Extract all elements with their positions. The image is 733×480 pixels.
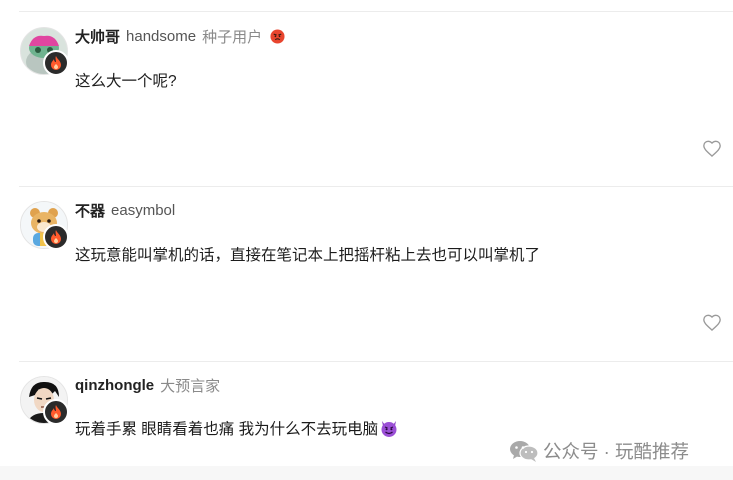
- comment-text: 这玩意能叫掌机的话，直接在笔记本上把摇杆粘上去也可以叫掌机了: [75, 243, 540, 265]
- watermark-text: 公众号 · 玩酷推荐: [543, 441, 689, 462]
- user-level: 种子用户: [202, 28, 263, 46]
- comment-item: 不器 easymbol 这玩意能叫掌机的话，直接在笔记本上把摇杆粘上去也可以叫掌…: [19, 200, 733, 350]
- comment-text-content: 这玩意能叫掌机的话，直接在笔记本上把摇杆粘上去也可以叫掌机了: [75, 247, 541, 264]
- avatar[interactable]: [19, 26, 71, 78]
- username[interactable]: qinzhongle: [75, 377, 154, 394]
- comment-text-content: 这么大一个呢?: [75, 73, 177, 90]
- bottom-edge: [0, 466, 733, 480]
- comment-divider: [19, 361, 733, 362]
- comment-meta: 不器 easymbol: [75, 200, 175, 220]
- wechat-icon: [510, 441, 539, 462]
- user-level: 大预言家: [160, 377, 221, 395]
- flame-icon: [51, 405, 61, 419]
- top-divider: [19, 11, 733, 12]
- comment-text-content: 玩着手累 眼睛看着也痛 我为什么不去玩电脑: [75, 421, 379, 438]
- comment-text: 玩着手累 眼睛看着也痛 我为什么不去玩电脑: [75, 417, 399, 439]
- avatar[interactable]: [19, 200, 71, 252]
- level-badge: [43, 224, 69, 250]
- comment-text: 这么大一个呢?: [75, 69, 177, 91]
- username[interactable]: 大帅哥: [75, 26, 120, 47]
- user-handle: easymbol: [111, 201, 176, 219]
- username[interactable]: 不器: [75, 200, 105, 221]
- comment-divider: [19, 186, 733, 187]
- flame-icon: [51, 230, 61, 244]
- avatar[interactable]: [19, 375, 71, 427]
- level-badge: [43, 399, 69, 425]
- comment-item: 大帅哥 handsome 种子用户 这么大一个呢?: [19, 26, 733, 176]
- smiling-imp-icon: [381, 421, 397, 437]
- angry-face-icon: [270, 28, 285, 44]
- heart-outline-icon[interactable]: [702, 313, 722, 333]
- flame-icon: [51, 56, 61, 70]
- watermark: 公众号 · 玩酷推荐: [509, 437, 689, 465]
- heart-outline-icon[interactable]: [702, 139, 722, 159]
- user-handle: handsome: [126, 27, 197, 45]
- comment-meta: qinzhongle 大预言家: [75, 375, 220, 395]
- comment-meta: 大帅哥 handsome 种子用户: [75, 26, 285, 46]
- level-badge: [43, 50, 69, 76]
